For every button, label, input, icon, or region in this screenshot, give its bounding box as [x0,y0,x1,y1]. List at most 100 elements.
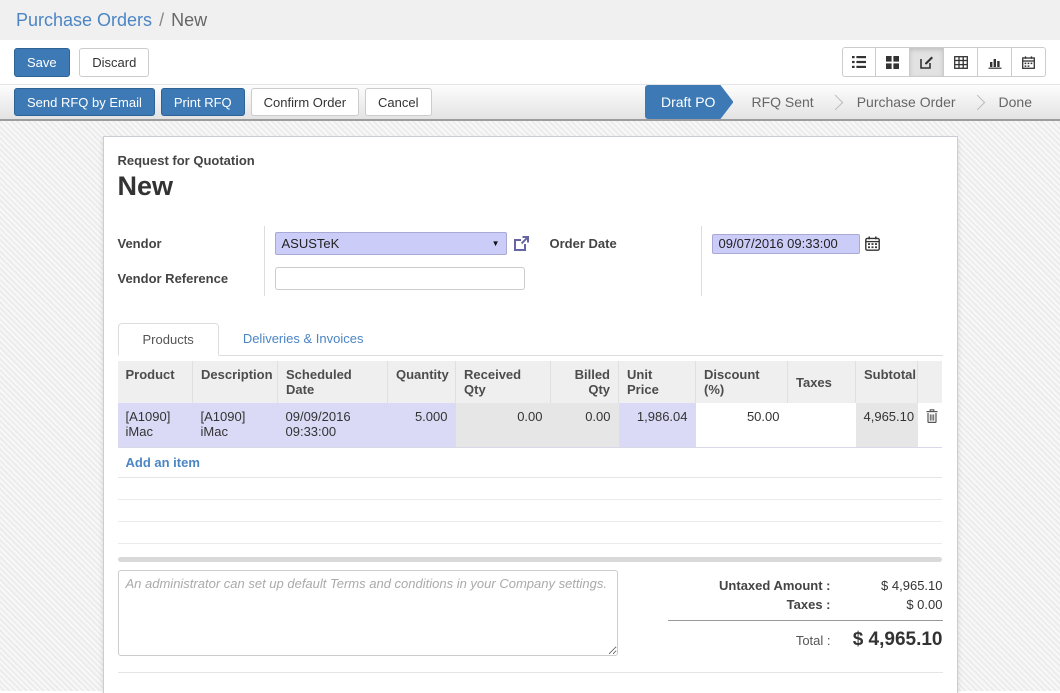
form-view-button[interactable] [910,47,944,77]
vendor-select[interactable]: ASUSTeK ▼ [275,232,507,255]
cell-description[interactable]: [A1090] iMac [193,403,278,447]
col-unit-price[interactable]: Unit Price [619,361,696,403]
send-rfq-email-button[interactable]: Send RFQ by Email [14,88,155,116]
status-steps: Draft PO RFQ Sent Purchase Order Done [645,85,1046,119]
discard-button[interactable]: Discard [79,48,149,77]
taxes-value: $ 0.00 [831,597,943,612]
cell-subtotal: 4,965.10 [856,403,918,447]
record-buttons: Save Discard [14,48,149,77]
workflow-buttons: Send RFQ by Email Print RFQ Confirm Orde… [14,88,432,116]
vendor-reference-label: Vendor Reference [118,271,229,286]
form-sheet: Request for Quotation New Vendor Vendor … [103,136,958,693]
kanban-view-icon [886,56,899,69]
vendor-reference-input[interactable] [275,267,525,290]
cell-product[interactable]: [A1090] iMac [118,403,193,447]
list-view-button[interactable] [842,47,876,77]
breadcrumb-bar: Purchase Orders / New [0,0,1060,40]
table-header-row: Product Description Scheduled Date Quant… [118,361,942,403]
graph-view-icon [988,56,1002,69]
cell-billed-qty: 0.00 [551,403,619,447]
totals-divider [668,620,943,621]
control-bar: Save Discard [0,40,1060,84]
order-lines-table: Product Description Scheduled Date Quant… [118,361,942,544]
cell-unit-price[interactable]: 1,986.04 [619,403,696,447]
vendor-label: Vendor [118,236,162,251]
breadcrumb-separator: / [159,10,164,31]
caret-down-icon: ▼ [492,239,500,248]
breadcrumb-parent-link[interactable]: Purchase Orders [16,10,152,31]
taxes-label: Taxes : [787,597,831,612]
kanban-view-button[interactable] [876,47,910,77]
action-status-bar: Send RFQ by Email Print RFQ Confirm Orde… [0,84,1060,121]
confirm-order-button[interactable]: Confirm Order [251,88,359,116]
order-date-label: Order Date [550,236,617,251]
empty-row [118,499,942,521]
graph-view-button[interactable] [978,47,1012,77]
list-view-icon [852,56,866,68]
total-label: Total : [796,633,831,648]
trash-icon[interactable] [926,411,938,426]
vendor-select-value: ASUSTeK [282,236,492,251]
pivot-view-button[interactable] [944,47,978,77]
cell-scheduled-date[interactable]: 09/09/2016 09:33:00 [278,403,388,447]
tab-products[interactable]: Products [118,323,219,356]
col-received-qty[interactable]: Received Qty [456,361,551,403]
sheet-bottom-divider [118,672,943,686]
untaxed-amount-value: $ 4,965.10 [831,578,943,593]
order-line-row[interactable]: [A1090] iMac [A1090] iMac 09/09/2016 09:… [118,403,942,447]
cell-quantity[interactable]: 5.000 [388,403,456,447]
save-button[interactable]: Save [14,48,70,77]
pivot-view-icon [954,56,968,69]
status-step-purchase-order[interactable]: Purchase Order [843,85,970,119]
sheet-footer: Untaxed Amount : $ 4,965.10 Taxes : $ 0.… [118,570,943,656]
left-field-labels: Vendor Vendor Reference [118,226,265,296]
col-taxes[interactable]: Taxes [788,361,856,403]
cell-discount[interactable]: 50.00 [696,403,788,447]
external-link-icon[interactable] [513,235,530,252]
col-actions [918,361,942,403]
status-step-done[interactable]: Done [985,85,1046,119]
form-view-icon [920,55,934,69]
col-product[interactable]: Product [118,361,193,403]
status-step-rfq-sent[interactable]: RFQ Sent [737,85,827,119]
col-scheduled-date[interactable]: Scheduled Date [278,361,388,403]
calendar-view-icon [1022,56,1035,69]
field-groups: Vendor Vendor Reference ASUSTeK ▼ [118,226,943,296]
empty-row [118,521,942,543]
table-horizontal-scrollbar[interactable] [118,557,942,562]
left-field-group: Vendor Vendor Reference ASUSTeK ▼ [118,226,530,296]
right-field-labels: Order Date [550,226,702,296]
right-field-inputs [702,226,943,296]
empty-row [118,477,942,499]
col-billed-qty[interactable]: Billed Qty [551,361,619,403]
cell-received-qty: 0.00 [456,403,551,447]
col-subtotal[interactable]: Subtotal [856,361,918,403]
calendar-icon[interactable] [865,236,880,251]
terms-and-conditions-textarea[interactable] [118,570,618,656]
col-quantity[interactable]: Quantity [388,361,456,403]
add-an-item-link[interactable]: Add an item [126,455,200,470]
add-item-row: Add an item [118,447,942,477]
form-view-background: Request for Quotation New Vendor Vendor … [0,121,1060,691]
total-value: $ 4,965.10 [831,629,943,651]
print-rfq-button[interactable]: Print RFQ [161,88,245,116]
status-step-draft-po[interactable]: Draft PO [645,85,733,119]
document-type-label: Request for Quotation [118,153,943,168]
chevron-right-icon [969,94,985,110]
order-date-input[interactable] [712,234,860,254]
cell-taxes[interactable] [788,403,856,447]
totals-block: Untaxed Amount : $ 4,965.10 Taxes : $ 0.… [618,570,943,656]
notebook-tabs: Products Deliveries & Invoices [118,322,943,356]
calendar-view-button[interactable] [1012,47,1046,77]
left-field-inputs: ASUSTeK ▼ [265,226,530,296]
col-discount[interactable]: Discount (%) [696,361,788,403]
chevron-right-icon [827,94,843,110]
tab-deliveries-invoices[interactable]: Deliveries & Invoices [219,323,388,356]
cancel-button[interactable]: Cancel [365,88,431,116]
right-field-group: Order Date [550,226,943,296]
page-title: New [118,171,943,202]
cell-delete[interactable] [918,403,942,447]
untaxed-amount-label: Untaxed Amount : [719,578,830,593]
col-description[interactable]: Description [193,361,278,403]
view-switcher [842,47,1046,77]
